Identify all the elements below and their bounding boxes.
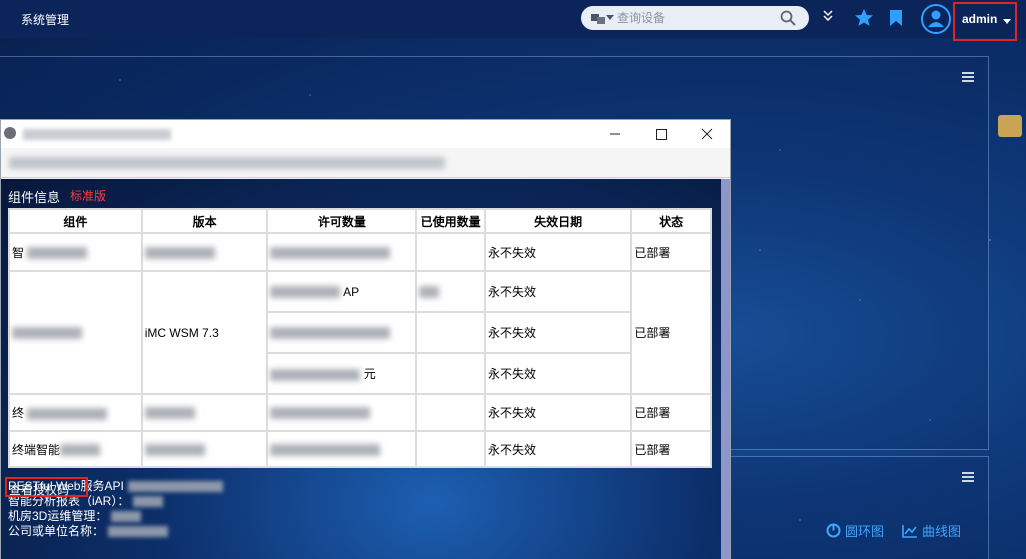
table-cell	[266, 430, 418, 468]
section-title: 组件信息	[8, 190, 61, 205]
app-title: 系统管理	[21, 13, 70, 27]
search-icon[interactable]	[780, 10, 796, 26]
close-icon	[701, 128, 713, 140]
close-button[interactable]	[684, 120, 730, 148]
maximize-icon	[656, 129, 667, 140]
table-cell: 永不失效	[484, 393, 633, 432]
browser-app-icon	[4, 127, 16, 139]
table-row: iMC WSM 7.3 AP 永不失效 已部署	[8, 270, 712, 395]
table-cell: 永不失效	[484, 430, 633, 468]
table-cell: iMC WSM 7.3	[140, 270, 269, 395]
table-cell	[140, 430, 269, 468]
device-type-caret-icon[interactable]	[606, 15, 614, 20]
view-license-code-link[interactable]: 查看授权码	[5, 477, 88, 497]
user-avatar[interactable]	[921, 4, 951, 34]
address-bar[interactable]	[1, 148, 730, 178]
info-line: 公司或单位名称：	[8, 524, 223, 539]
line-chart-icon	[902, 524, 918, 538]
donut-chart-link[interactable]: 圆环图	[826, 521, 884, 540]
table-cell	[140, 393, 269, 432]
window-titlebar	[1, 120, 730, 148]
table-cell: 已部署	[630, 232, 712, 272]
table-cell	[415, 393, 487, 432]
column-header: 组件	[8, 208, 143, 234]
column-header: 失效日期	[484, 208, 633, 234]
table-cell: 已部署	[630, 393, 712, 432]
table-cell	[266, 232, 418, 272]
edition-badge: 标准版	[70, 189, 107, 203]
table-cell	[266, 393, 418, 432]
donut-chart-icon	[826, 523, 841, 538]
chart-type-links: 圆环图 曲线图	[826, 521, 961, 540]
license-info-window: 组件信息 标准版 组件 版本 许可数量 已使用数量 失效日期 状态 智 永不失效…	[0, 119, 731, 559]
component-license-table: 组件 版本 许可数量 已使用数量 失效日期 状态 智 永不失效 已部署 iMC …	[8, 208, 712, 468]
table-cell: 已部署	[630, 430, 712, 468]
license-content: 组件信息 标准版 组件 版本 许可数量 已使用数量 失效日期 状态 智 永不失效…	[1, 179, 721, 559]
table-cell	[140, 232, 269, 272]
panel-menu-icon[interactable]	[962, 472, 974, 482]
favorite-star-icon[interactable]	[854, 8, 874, 28]
minimize-button[interactable]	[592, 120, 638, 148]
device-search-box	[581, 6, 809, 30]
redacted-url	[9, 157, 445, 169]
table-header-row: 组件 版本 许可数量 已使用数量 失效日期 状态	[8, 208, 712, 234]
column-header: 状态	[630, 208, 712, 234]
column-header: 已使用数量	[415, 208, 487, 234]
table-cell	[8, 270, 143, 395]
redacted-window-title	[23, 129, 171, 140]
column-header: 许可数量	[266, 208, 418, 234]
bookmark-icon[interactable]	[888, 9, 904, 27]
table-cell	[415, 311, 487, 354]
device-type-icon[interactable]	[591, 12, 605, 24]
user-name: admin	[962, 12, 998, 26]
table-cell: 永不失效	[484, 270, 633, 313]
top-bar: 系统管理 admin	[0, 0, 1026, 41]
table-cell: 智	[8, 232, 143, 272]
table-cell	[415, 232, 487, 272]
minimize-icon	[610, 133, 620, 135]
table-row: 终 永不失效 已部署	[8, 393, 712, 432]
table-cell: 永不失效	[484, 232, 633, 272]
vertical-scrollbar[interactable]	[721, 179, 730, 559]
expand-chevrons-icon[interactable]	[823, 10, 833, 22]
line-chart-label: 曲线图	[922, 524, 962, 539]
table-cell	[415, 270, 487, 313]
table-cell: 终端智能	[8, 430, 143, 468]
table-row: 智 永不失效 已部署	[8, 232, 712, 272]
column-header: 版本	[140, 208, 269, 234]
table-cell: 永不失效	[484, 352, 633, 395]
user-icon	[928, 10, 944, 27]
side-tool-widget-icon[interactable]	[998, 115, 1022, 137]
device-search-input[interactable]	[617, 9, 767, 27]
user-menu-caret-icon	[1003, 19, 1011, 24]
table-cell	[415, 352, 487, 395]
table-cell: 终	[8, 393, 143, 432]
maximize-button[interactable]	[638, 120, 684, 148]
table-cell	[415, 430, 487, 468]
table-cell	[266, 311, 418, 354]
line-chart-link[interactable]: 曲线图	[902, 521, 961, 540]
table-cell: AP	[266, 270, 418, 313]
table-cell: 已部署	[630, 270, 712, 395]
table-cell: 永不失效	[484, 311, 633, 354]
user-menu-button[interactable]: admin	[953, 2, 1017, 41]
table-cell: 元	[266, 352, 418, 395]
info-line: 机房3D运维管理：	[8, 509, 223, 524]
table-row: 终端智能 永不失效 已部署	[8, 430, 712, 468]
donut-chart-label: 圆环图	[845, 524, 885, 539]
panel-menu-icon[interactable]	[962, 72, 974, 82]
